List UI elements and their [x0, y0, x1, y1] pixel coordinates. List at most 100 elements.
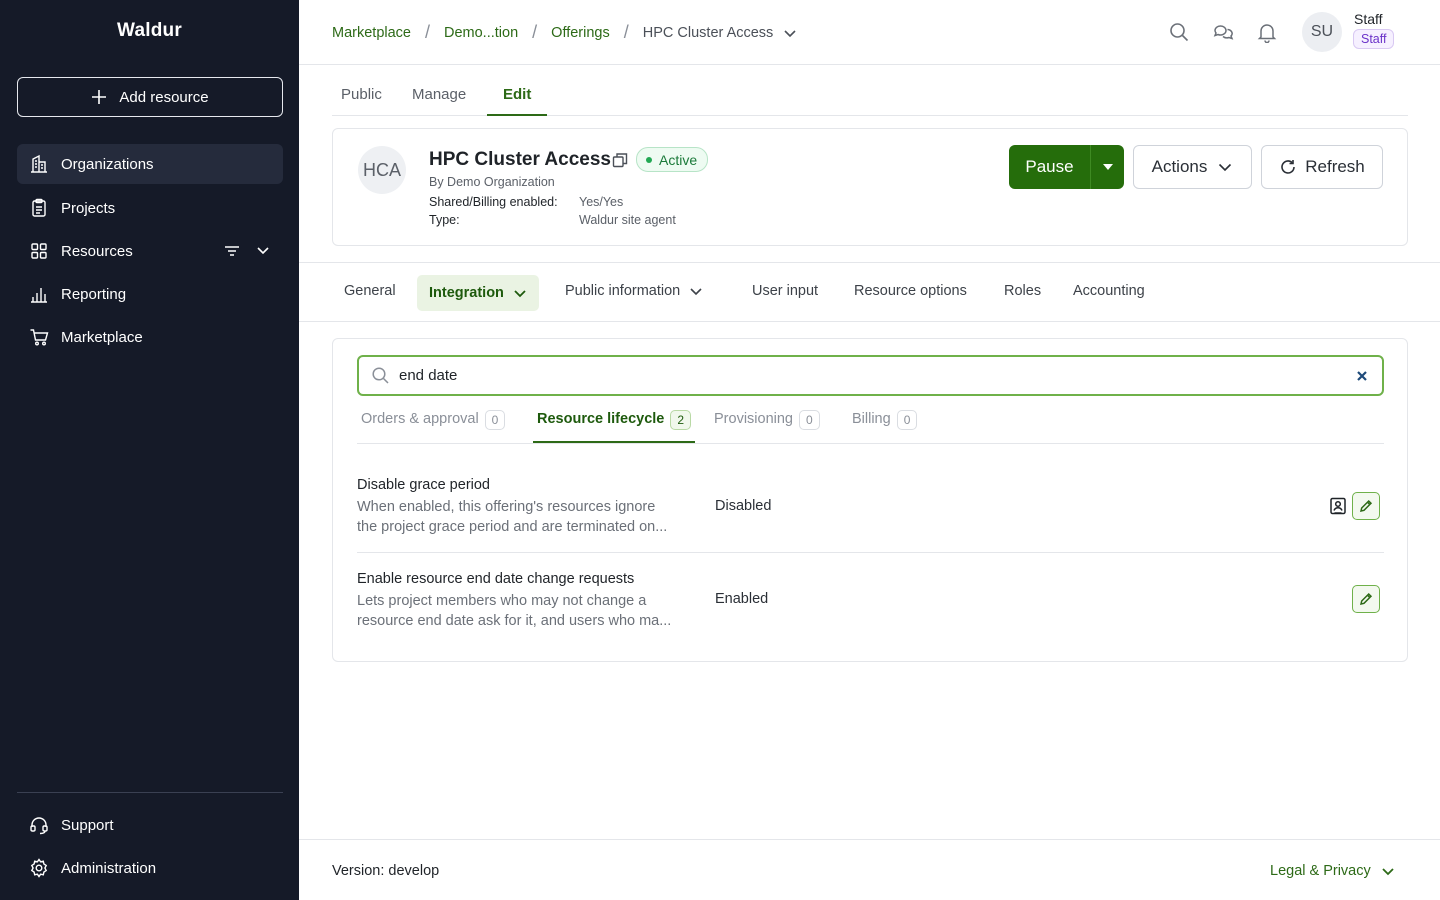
setting-title: Disable grace period [357, 477, 490, 493]
breadcrumb-separator: / [532, 22, 538, 42]
refresh-button[interactable]: Refresh [1261, 145, 1383, 189]
sidebar-item-label: Resources [61, 242, 133, 260]
breadcrumb-current-label: HPC Cluster Access [642, 24, 774, 41]
tab-label: Integration [429, 285, 504, 301]
offering-title: HPC Cluster Access [429, 149, 611, 170]
subtab-orders-approval[interactable]: Orders & approval 0 [361, 410, 506, 444]
active-tab-indicator [487, 114, 547, 116]
chevron-down-icon [1217, 159, 1233, 175]
integration-settings-card: Orders & approval 0 Resource lifecycle 2… [332, 338, 1408, 662]
subtab-label: Billing [852, 411, 891, 427]
chat-icon[interactable] [1212, 21, 1234, 43]
tab-accounting[interactable]: Accounting [1073, 283, 1145, 299]
breadcrumb-separator: / [424, 22, 430, 42]
headset-icon [29, 815, 49, 835]
add-resource-button[interactable]: Add resource [17, 77, 283, 117]
filter-icon[interactable] [223, 242, 241, 260]
sidebar-item-administration[interactable]: Administration [17, 848, 283, 888]
sidebar-item-label: Projects [61, 199, 116, 217]
top-header: Marketplace / Demo...tion / Offerings / … [299, 0, 1440, 65]
copy-icon[interactable] [612, 152, 628, 173]
bell-icon[interactable] [1256, 21, 1278, 43]
count-badge: 0 [799, 410, 820, 430]
refresh-label: Refresh [1305, 157, 1365, 176]
shared-billing-key: Shared/Billing enabled: [429, 195, 558, 209]
header-icons [1168, 21, 1278, 43]
type-value: Waldur site agent [579, 213, 676, 227]
contact-card-icon[interactable] [1329, 497, 1347, 520]
status-label: Active [659, 151, 698, 168]
tab-public-information[interactable]: Public information [565, 283, 703, 299]
pause-dropdown-toggle[interactable] [1090, 145, 1124, 189]
chevron-down-icon[interactable] [255, 242, 271, 260]
sidebar-item-label: Marketplace [61, 328, 143, 346]
offering-logo: HCA [358, 146, 406, 194]
grid-icon [29, 241, 49, 261]
setting-value: Disabled [715, 498, 772, 514]
subtab-resource-lifecycle[interactable]: Resource lifecycle 2 [533, 410, 696, 443]
type-key: Type: [429, 213, 460, 227]
brand-logo[interactable]: Waldur [0, 20, 299, 42]
building-icon [29, 154, 49, 174]
cart-icon [29, 327, 49, 347]
breadcrumb-current-dropdown[interactable]: HPC Cluster Access [643, 25, 798, 41]
tab-public[interactable]: Public [341, 86, 382, 103]
breadcrumb-organization[interactable]: Demo...tion [444, 25, 518, 41]
setting-description: When enabled, this offering's resources … [357, 497, 687, 537]
sidebar-item-support[interactable]: Support [17, 805, 283, 845]
sidebar-item-label: Support [61, 816, 114, 834]
edit-setting-button[interactable] [1352, 585, 1380, 613]
sidebar-item-projects[interactable]: Projects [17, 188, 283, 228]
pause-button[interactable]: Pause [1009, 145, 1124, 189]
setting-value: Enabled [715, 591, 769, 607]
sidebar-item-label: Reporting [61, 285, 127, 303]
sidebar-item-label: Organizations [61, 155, 154, 173]
clear-search-icon[interactable] [1356, 369, 1368, 387]
pencil-icon [1359, 592, 1373, 606]
tab-label: Roles [1004, 283, 1042, 299]
setting-description-line: resource end date ask for it, and users … [357, 613, 672, 629]
sidebar-item-reporting[interactable]: Reporting [17, 274, 283, 314]
user-role-badge: Staff [1353, 29, 1395, 49]
edit-section-tabs: General Integration Public information U… [299, 262, 1440, 322]
shared-billing-value: Yes/Yes [579, 195, 624, 209]
footer: Version: develop Legal & Privacy [299, 839, 1440, 900]
setting-description-line: Lets project members who may not change … [357, 593, 647, 609]
setting-description-line: the project grace period and are termina… [357, 519, 668, 535]
tab-manage[interactable]: Manage [412, 86, 466, 103]
subtab-provisioning[interactable]: Provisioning 0 [714, 410, 820, 444]
actions-label: Actions [1151, 157, 1208, 176]
caret-down-icon [1102, 164, 1113, 170]
avatar[interactable]: SU [1302, 12, 1342, 52]
sidebar-item-organizations[interactable]: Organizations [17, 144, 283, 184]
chevron-down-icon [783, 26, 797, 40]
legal-privacy-dropdown[interactable]: Legal & Privacy [1270, 863, 1395, 879]
tab-label: Public information [565, 283, 681, 299]
sidebar-divider [17, 792, 283, 793]
tab-general[interactable]: General [344, 283, 396, 299]
search-input[interactable] [399, 367, 1319, 384]
breadcrumb-offerings[interactable]: Offerings [551, 25, 610, 41]
subtab-label: Resource lifecycle [537, 411, 665, 427]
tab-integration[interactable]: Integration [417, 275, 539, 311]
edit-setting-button[interactable] [1352, 492, 1380, 520]
tab-label: Resource options [854, 283, 967, 299]
sidebar-item-resources[interactable]: Resources [17, 231, 283, 271]
sidebar-item-label: Administration [61, 859, 157, 877]
tab-resource-options[interactable]: Resource options [854, 283, 967, 299]
clipboard-icon [29, 198, 49, 218]
tab-user-input[interactable]: User input [752, 283, 818, 299]
sidebar-item-marketplace[interactable]: Marketplace [17, 317, 283, 357]
tab-roles[interactable]: Roles [1004, 283, 1041, 299]
search-icon[interactable] [1168, 21, 1190, 43]
subtab-label: Provisioning [714, 411, 793, 427]
actions-dropdown-button[interactable]: Actions [1133, 145, 1252, 189]
tab-edit[interactable]: Edit [503, 86, 531, 103]
bar-chart-icon [29, 284, 49, 304]
status-dot [646, 156, 652, 163]
breadcrumb-separator: / [623, 22, 629, 42]
count-badge: 0 [484, 410, 506, 430]
subtab-billing[interactable]: Billing 0 [852, 410, 918, 444]
breadcrumb-marketplace[interactable]: Marketplace [332, 25, 411, 41]
status-badge: Active [636, 147, 709, 172]
